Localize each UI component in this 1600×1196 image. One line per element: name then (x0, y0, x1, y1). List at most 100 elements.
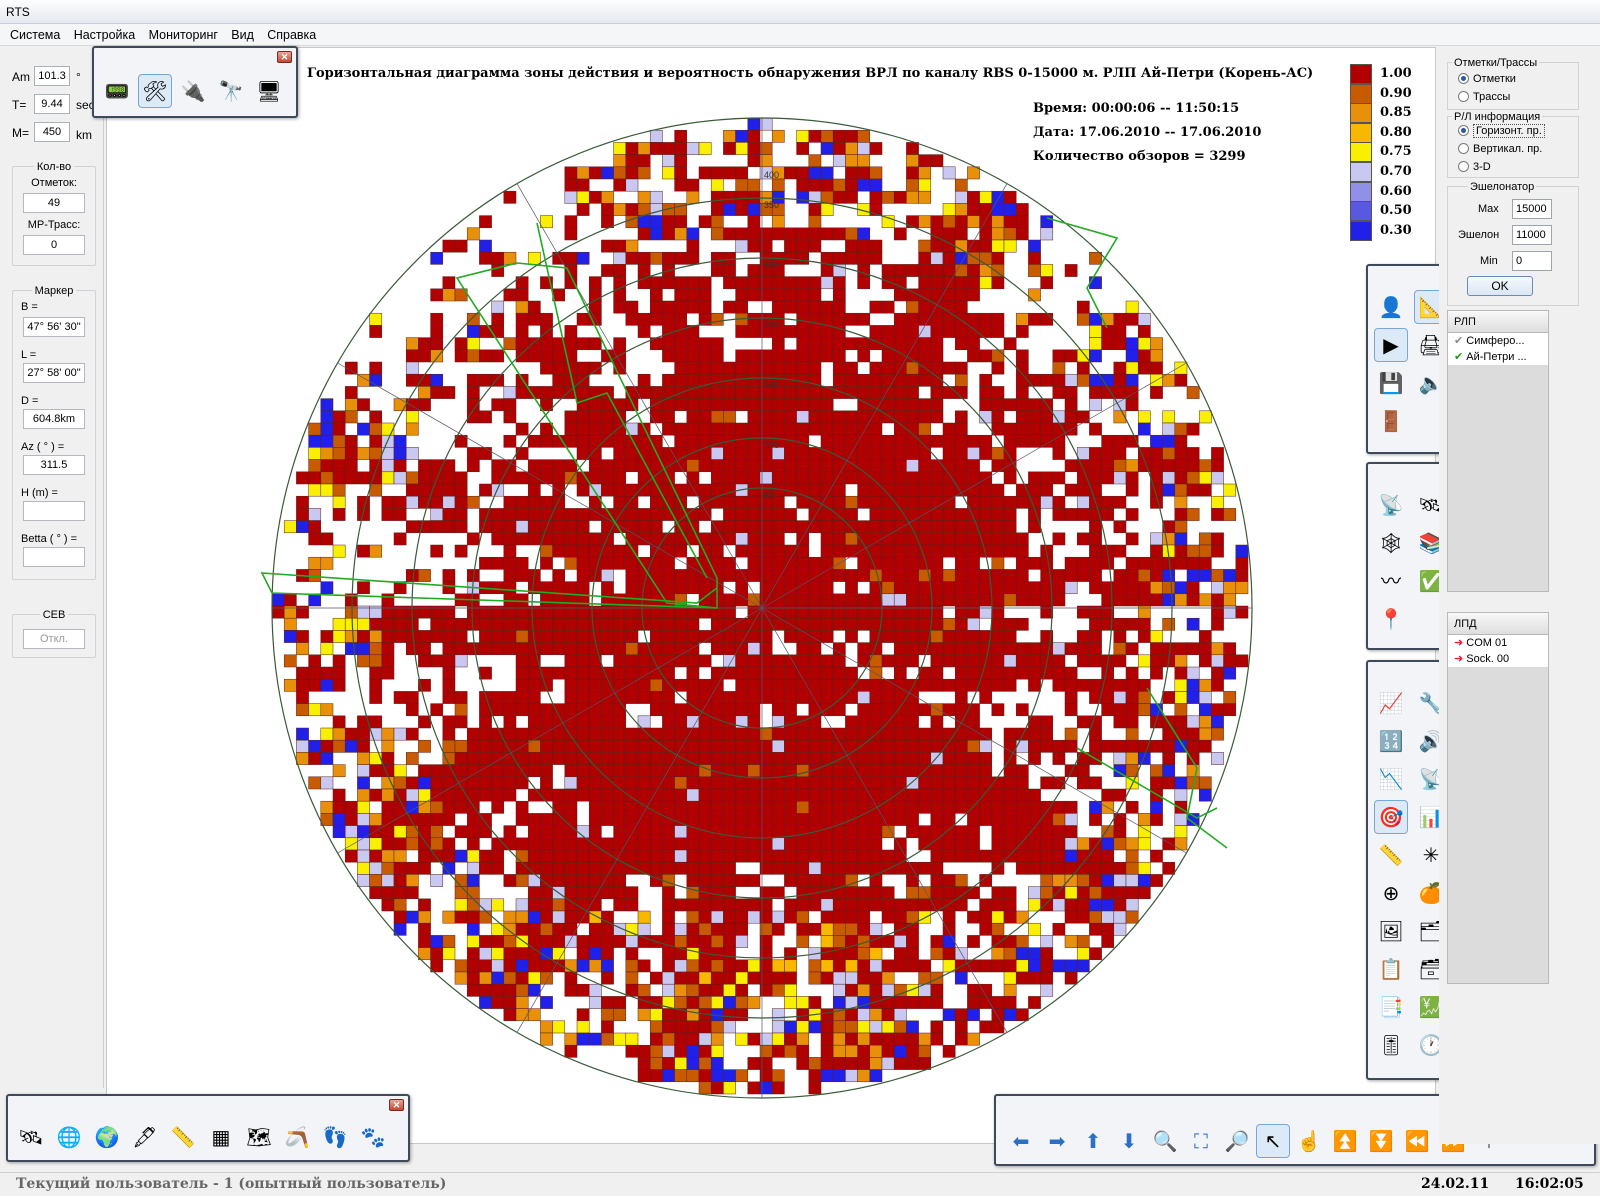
satellite-small-icon[interactable]: 🛰 (14, 1120, 48, 1154)
image-icon[interactable]: 🖼 (1374, 914, 1408, 948)
rl-info-group: Р/Л информация Горизонт. пр. Вертикал. п… (1447, 111, 1579, 178)
rotate-left-icon[interactable]: ⏪ (1400, 1124, 1434, 1158)
save-icon[interactable]: 💾 (1374, 366, 1408, 400)
ring-label: 150 (764, 440, 779, 450)
betta-value (23, 547, 85, 567)
lpd-item-com01[interactable]: ➜ COM 01 (1448, 635, 1548, 651)
d-value: 604.8km (23, 409, 85, 429)
legend-swatch (1350, 181, 1372, 202)
az-value: 311.5 (23, 455, 85, 475)
menu-help[interactable]: Справка (262, 24, 321, 46)
footprints-icon[interactable]: 👣 (318, 1120, 352, 1154)
lpd-icon[interactable]: 📈 (1374, 686, 1408, 720)
tools-icon[interactable]: 🛠 (138, 74, 172, 108)
hatch-icon[interactable]: ▦ (204, 1120, 238, 1154)
am-label: Am (12, 70, 30, 84)
radar-display-icon[interactable]: 📟 (100, 74, 134, 108)
b-label: B = (21, 301, 38, 313)
rotate-down-icon[interactable]: ⏬ (1364, 1124, 1398, 1158)
marks-tracks-group: Отметки/Трассы Отметки Трассы (1447, 57, 1579, 110)
legend-swatch (1350, 122, 1372, 143)
radio-horizontal[interactable]: Горизонт. пр. (1458, 124, 1545, 138)
toolbar-main: ✕ 📟 🛠 🔌 🔭 🖥 (92, 46, 298, 118)
echelon-input[interactable]: 11000 (1512, 225, 1552, 245)
status-user: Текущий пользователь - 1 (опытный пользо… (16, 1176, 447, 1192)
grid-icon[interactable]: 🕸 (1374, 526, 1408, 560)
diagram-canvas[interactable]: 50 150 200 250 300 350 400 Горизонтальная диаг… (106, 47, 1436, 1144)
rl-info-title: Р/Л информация (1452, 111, 1543, 123)
route-icon[interactable]: 〰 (1374, 564, 1408, 598)
marker-title: Маркер (31, 285, 77, 297)
monitor-icon[interactable]: 🖥 (252, 74, 286, 108)
arrow-down-icon[interactable]: ⬇ (1112, 1124, 1146, 1158)
table-icon[interactable]: 📋 (1374, 952, 1408, 986)
lpd-header: ЛПД (1448, 613, 1548, 635)
tuner-icon[interactable]: 🎚 (1374, 1028, 1408, 1062)
radio-3d[interactable]: 3-D (1458, 161, 1491, 173)
user-edit-icon[interactable]: 👤 (1374, 290, 1408, 324)
radio-marks[interactable]: Отметки (1458, 73, 1516, 85)
crosshair-icon[interactable]: ⊕ (1374, 876, 1408, 910)
min-input[interactable]: 0 (1512, 251, 1552, 271)
radio-tracks[interactable]: Трассы (1458, 91, 1510, 103)
select-pointer-icon[interactable]: ↖ (1256, 1124, 1290, 1158)
map-icon[interactable]: 🗺 (242, 1120, 276, 1154)
legend-label: 1.00 (1380, 66, 1412, 81)
legend-swatch (1350, 162, 1372, 182)
b-value: 47° 56' 30" (23, 317, 85, 337)
m-label: M= (12, 126, 30, 140)
menu-settings[interactable]: Настройка (69, 24, 141, 46)
rotate-up-icon[interactable]: ⏫ (1328, 1124, 1362, 1158)
marks-label: Отметок: (31, 177, 77, 189)
vertical-diagram-icon[interactable]: 📏 (1374, 838, 1408, 872)
close-icon[interactable]: ✕ (277, 51, 292, 63)
legend-item: 0.75 (1350, 142, 1435, 163)
ring-label: 250 (764, 320, 779, 330)
report-icon[interactable]: 📑 (1374, 990, 1408, 1024)
menu-monitoring[interactable]: Мониторинг (144, 24, 223, 46)
pan-pointer-icon[interactable]: ☝ (1292, 1124, 1326, 1158)
exit-icon[interactable]: 🚪 (1374, 404, 1408, 438)
zoom-icon[interactable]: 🔍 (1148, 1124, 1182, 1158)
betta-label: Betta ( ° ) = (21, 533, 78, 545)
ok-button[interactable]: OK (1467, 276, 1533, 296)
lpd-item-sock00[interactable]: ➜ Sock. 00 (1448, 651, 1548, 667)
pen-icon[interactable]: 🖋 (128, 1120, 162, 1154)
rlp-item-ai-petri[interactable]: ✔ Ай-Петри ... (1448, 349, 1548, 365)
afd-icon[interactable]: 🔢 (1374, 724, 1408, 758)
arrow-up-icon[interactable]: ⬆ (1076, 1124, 1110, 1158)
arrow-right-icon: ➜ (1454, 653, 1464, 665)
rlp-item-simferopol[interactable]: ✔ Симферо... (1448, 333, 1548, 349)
fit-extent-icon[interactable]: ⛶ (1184, 1124, 1218, 1158)
legend-item: 1.00 (1350, 64, 1435, 84)
coverage-plot[interactable]: 50 150 200 250 300 350 400 (107, 48, 1436, 1144)
echelon-label: Эшелон (1458, 229, 1500, 241)
antenna-icon[interactable]: 📡 (1374, 488, 1408, 522)
globe-icon[interactable]: 🌐 (52, 1120, 86, 1154)
left-panel: Am 101.3 ° T= 9.44 sec M= 450 km Кол-во … (4, 48, 104, 1088)
arrow-right-icon[interactable]: ➡ (1040, 1124, 1074, 1158)
m-unit: km (76, 128, 92, 142)
max-input[interactable]: 15000 (1512, 199, 1552, 219)
legend-label: 0.50 (1380, 203, 1412, 219)
m-value: 450 (34, 122, 70, 142)
menu-view[interactable]: Вид (226, 24, 259, 46)
menu-system[interactable]: Система (0, 24, 65, 46)
circle-diagram-icon[interactable]: 🎯 (1374, 800, 1408, 834)
pin-icon[interactable]: 📍 (1374, 602, 1408, 636)
footprints-arrow-icon[interactable]: 🐾 (356, 1120, 390, 1154)
right-panel: Отметки/Трассы Отметки Трассы Р/Л информ… (1439, 46, 1600, 1144)
rlp-icon[interactable]: 📉 (1374, 762, 1408, 796)
zoom-window-icon[interactable]: 🔎 (1220, 1124, 1254, 1158)
rlp-list: РЛП ✔ Симферо... ✔ Ай-Петри ... (1447, 310, 1549, 592)
close-icon[interactable]: ✕ (389, 1099, 404, 1111)
radio-vertical[interactable]: Вертикал. пр. (1458, 143, 1542, 155)
arrow-left-icon[interactable]: ⬅ (1004, 1124, 1038, 1158)
lasso-icon[interactable]: 🪃 (280, 1120, 314, 1154)
tracks-label: МР-Трасс: (27, 219, 81, 231)
network-icon[interactable]: 🔌 (176, 74, 210, 108)
globe-pin-icon[interactable]: 🌍 (90, 1120, 124, 1154)
binoculars-icon[interactable]: 🔭 (214, 74, 248, 108)
ruler-icon[interactable]: 📏 (166, 1120, 200, 1154)
play-icon[interactable]: ▶ (1374, 328, 1408, 362)
